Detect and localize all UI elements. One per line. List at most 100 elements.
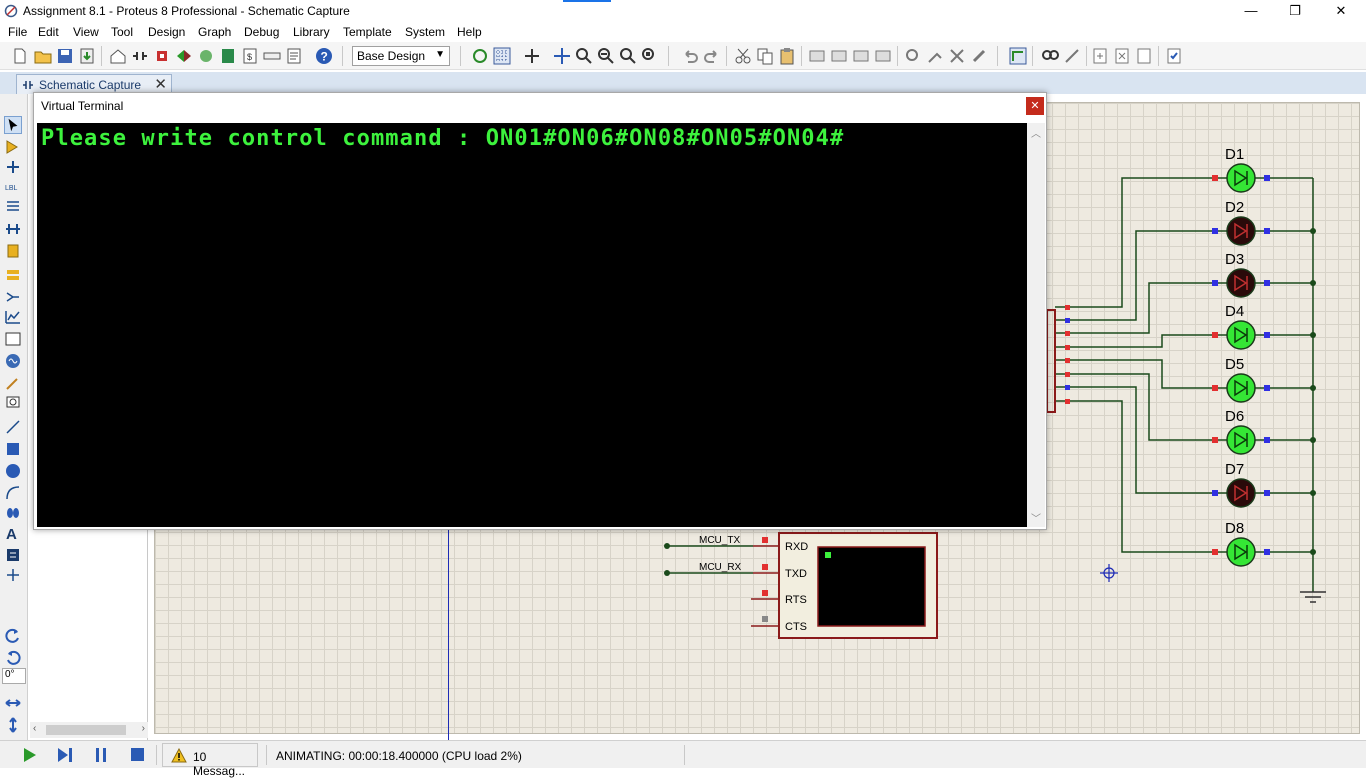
block-rotate-icon[interactable] [851,46,871,66]
packaging-tool-icon[interactable] [947,46,967,66]
virtual-terminal-window[interactable]: Virtual Terminal ✕ Please write control … [33,92,1047,530]
rotation-angle-field[interactable]: 0° [2,668,26,684]
arc-tool-icon[interactable] [4,484,22,502]
line-tool-icon[interactable] [4,418,22,436]
selection-mode-icon[interactable] [4,116,22,134]
cut-icon[interactable] [733,46,753,66]
design-explorer-icon[interactable] [218,46,238,66]
component-mode-icon[interactable] [4,138,22,156]
terminal-vertical-scrollbar[interactable]: ︿ ﹀ [1027,123,1045,527]
design-variant-select[interactable]: Base Design ▼ [352,46,450,66]
scroll-left-icon[interactable]: ‹ [33,723,36,734]
led-d6[interactable]: D6 [1055,373,1316,455]
close-tab-icon[interactable]: ✕ [154,75,167,93]
refresh-icon[interactable] [470,46,490,66]
3d-viewer-icon[interactable] [174,46,194,66]
menu-file[interactable]: File [8,25,27,39]
zoom-area-icon[interactable] [640,46,660,66]
origin-icon[interactable] [522,46,542,66]
menu-graph[interactable]: Graph [198,25,231,39]
led-d2[interactable]: D2 [1055,199,1316,321]
marker-tool-icon[interactable] [4,566,22,584]
pan-icon[interactable] [552,46,572,66]
home-icon[interactable] [108,46,128,66]
generator-icon[interactable] [4,352,22,370]
copy-icon[interactable] [755,46,775,66]
close-terminal-button[interactable]: ✕ [1026,97,1044,115]
stop-icon[interactable] [128,747,146,763]
notes-icon[interactable] [284,46,304,66]
gerber-icon[interactable] [196,46,216,66]
text-script-icon[interactable] [4,198,22,216]
zoom-all-icon[interactable] [618,46,638,66]
play-icon[interactable] [20,747,38,763]
selector-horizontal-scrollbar[interactable]: ‹ › [30,722,148,738]
exit-to-parent-icon[interactable] [1134,46,1154,66]
rotate-anticlockwise-icon[interactable] [4,648,22,666]
voltage-probe-icon[interactable] [4,374,22,392]
mirror-horizontal-icon[interactable] [4,694,22,712]
menu-view[interactable]: View [73,25,99,39]
open-folder-icon[interactable] [33,46,53,66]
paste-icon[interactable] [777,46,797,66]
step-icon[interactable] [56,747,74,763]
scroll-up-icon[interactable]: ︿ [1031,125,1041,140]
scrollbar-thumb[interactable] [46,725,126,735]
mirror-vertical-icon[interactable] [4,716,22,734]
scroll-right-icon[interactable]: › [142,723,145,734]
minimize-button[interactable]: — [1228,0,1274,22]
close-window-button[interactable]: ✕ [1318,0,1364,22]
pcb-layout-icon[interactable] [152,46,172,66]
undo-icon[interactable] [680,46,700,66]
tab-schematic-capture[interactable]: Schematic Capture ✕ [16,74,172,94]
wire-label-icon[interactable]: LBL [4,178,22,196]
decompose-icon[interactable] [969,46,989,66]
terminals-icon[interactable] [4,266,22,284]
buses-icon[interactable] [4,220,22,238]
wire-autorouter-icon[interactable] [1008,46,1028,66]
source-code-icon[interactable] [262,46,282,66]
menu-edit[interactable]: Edit [38,25,59,39]
menu-help[interactable]: Help [457,25,482,39]
new-sheet-icon[interactable] [1090,46,1110,66]
junction-dot-icon[interactable] [4,158,22,176]
zoom-in-icon[interactable] [574,46,594,66]
grid-toggle-icon[interactable] [492,46,512,66]
path-tool-icon[interactable] [4,504,22,522]
menu-library[interactable]: Library [293,25,330,39]
rotate-clockwise-icon[interactable] [4,626,22,644]
remove-sheet-icon[interactable] [1112,46,1132,66]
block-delete-icon[interactable] [873,46,893,66]
block-move-icon[interactable] [829,46,849,66]
search-tag-icon[interactable] [1040,46,1060,66]
menu-system[interactable]: System [405,25,445,39]
save-icon[interactable] [55,46,75,66]
pause-icon[interactable] [92,747,110,763]
terminal-screen[interactable]: Please write control command : ON01#ON06… [37,123,1027,527]
zoom-out-icon[interactable] [596,46,616,66]
redo-icon[interactable] [702,46,722,66]
subcircuit-icon[interactable] [4,242,22,260]
import-icon[interactable] [77,46,97,66]
messages-indicator[interactable]: 10 Messag... [162,743,258,778]
graph-mode-icon[interactable] [4,308,22,326]
menu-debug[interactable]: Debug [244,25,279,39]
make-device-icon[interactable] [925,46,945,66]
symbol-tool-icon[interactable] [4,546,22,564]
maximize-button[interactable]: ❐ [1272,0,1318,22]
pick-device-icon[interactable] [903,46,923,66]
led-d5[interactable]: D5 [1055,356,1316,403]
menu-tool[interactable]: Tool [111,25,133,39]
virtual-terminal-instrument[interactable]: RXD TXD RTS CTS MCU_TX MCU_RX [664,532,938,639]
virtual-instruments-icon[interactable] [4,394,22,412]
menu-template[interactable]: Template [343,25,392,39]
block-copy-icon[interactable] [807,46,827,66]
help-icon[interactable]: ? [314,46,334,66]
led-d7[interactable]: D7 [1055,386,1316,508]
electrical-rule-check-icon[interactable] [1164,46,1184,66]
text-tool-icon[interactable]: A [4,524,22,542]
led-d4[interactable]: D4 [1055,303,1316,350]
property-assignment-icon[interactable] [1062,46,1082,66]
schematic-icon[interactable] [130,46,150,66]
bill-of-materials-icon[interactable]: $ [240,46,260,66]
